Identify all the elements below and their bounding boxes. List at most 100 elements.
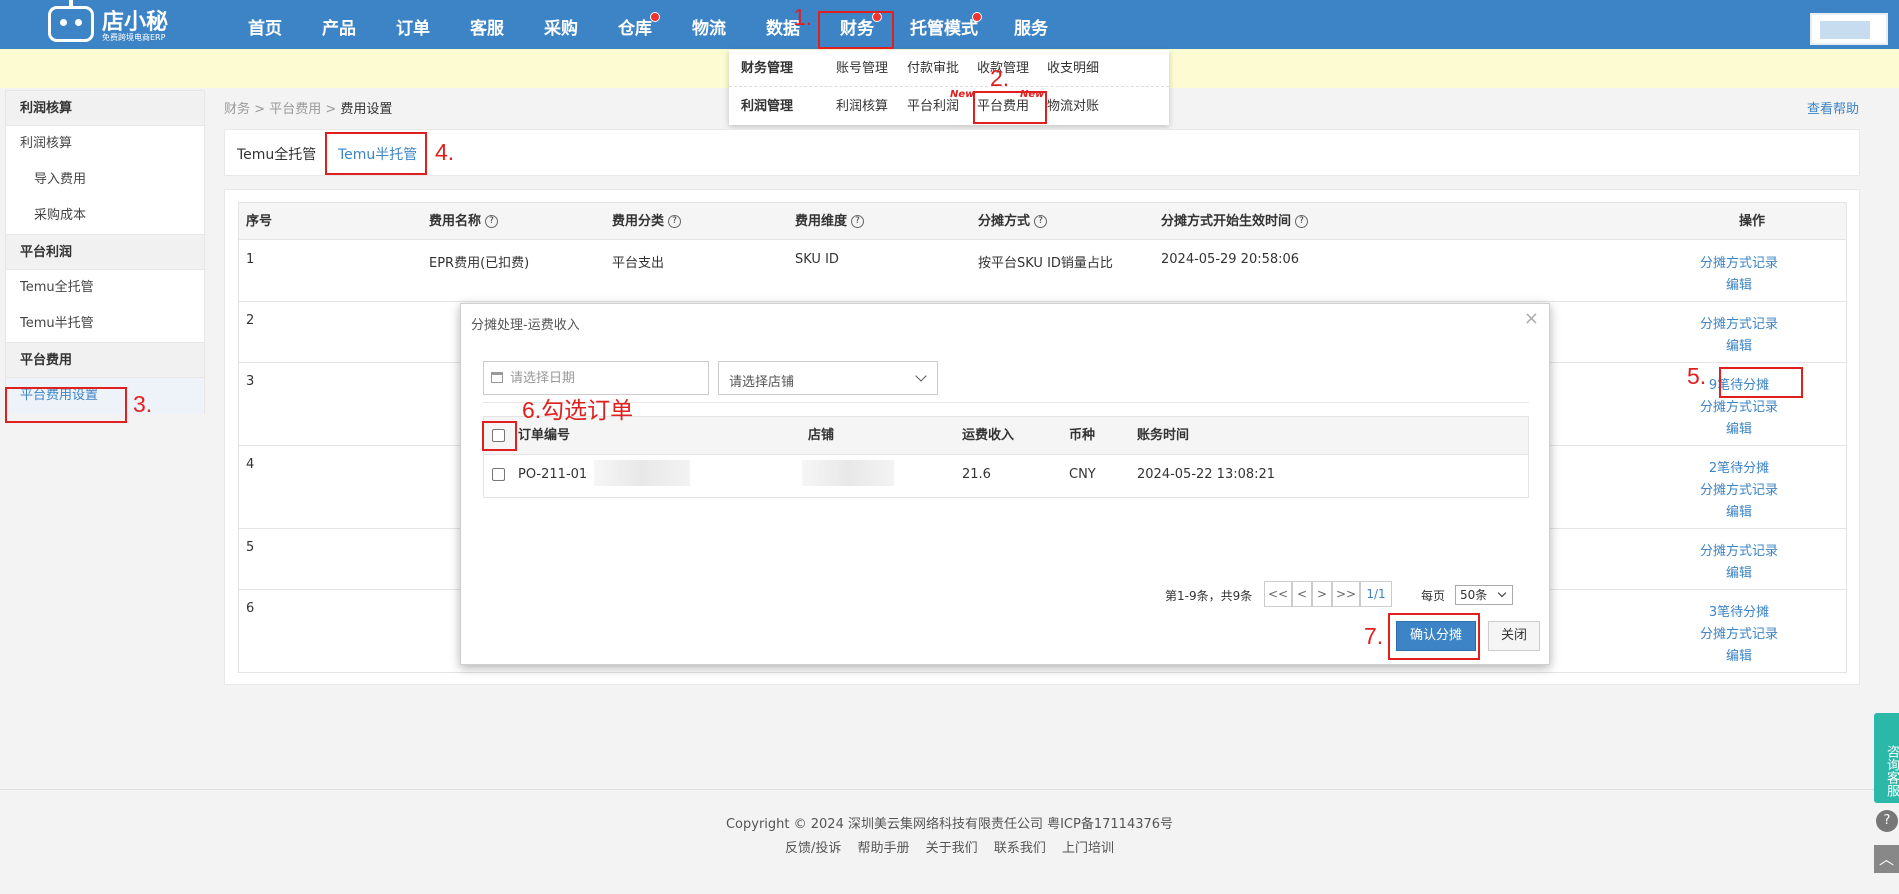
pager-current-page: 1/1 xyxy=(1360,581,1392,607)
nav-item[interactable]: 仓库 xyxy=(598,0,672,49)
confirm-allocation-button[interactable]: 确认分摊 xyxy=(1396,621,1476,651)
help-icon[interactable]: ? xyxy=(1876,810,1898,832)
row-action-link[interactable]: 编辑 xyxy=(1679,501,1799,520)
nav-item[interactable]: 首页 xyxy=(228,0,302,49)
footer-link-manual[interactable]: 帮助手册 xyxy=(858,841,910,856)
main-menu: 首页 产品 订单 客服 采购 仓库 物流 数据 财务 托管模式 服务 xyxy=(228,0,1068,49)
chevron-down-icon xyxy=(1497,588,1507,598)
back-to-top-icon[interactable]: ︿ xyxy=(1874,845,1899,873)
row-action-link[interactable]: 分摊方式记录 xyxy=(1679,252,1799,271)
nav-item[interactable]: 托管模式 xyxy=(894,0,994,49)
date-picker-input[interactable] xyxy=(483,361,709,395)
table-cell-no: 3 xyxy=(246,374,255,389)
row-action-link[interactable]: 编辑 xyxy=(1679,645,1799,664)
menu-item-logistics-reconciliation[interactable]: 物流对账 xyxy=(1047,88,1099,125)
sidebar-item[interactable]: Temu半托管 xyxy=(5,306,205,342)
close-icon[interactable]: × xyxy=(1524,308,1539,329)
logo[interactable]: 店小秘 免费跨境电商ERP xyxy=(48,0,178,46)
row-action-link[interactable]: 2笔待分摊 xyxy=(1679,457,1799,476)
redacted-block xyxy=(594,460,690,486)
nav-item-label: 首页 xyxy=(248,19,282,39)
breadcrumb-item[interactable]: 财务 xyxy=(224,102,250,117)
nav-item-label: 产品 xyxy=(322,19,356,39)
per-page-select[interactable]: 50条 xyxy=(1455,585,1513,605)
pager-first-button[interactable]: << xyxy=(1264,581,1292,607)
sidebar-item[interactable]: 采购成本 xyxy=(5,198,205,234)
col-freight: 运费收入 xyxy=(962,428,1015,443)
footer-link-training[interactable]: 上门培训 xyxy=(1062,841,1114,856)
tab-temu-semi[interactable]: Temu半托管 xyxy=(338,144,417,164)
row-action-link[interactable]: 分摊方式记录 xyxy=(1679,623,1799,642)
row-action-link[interactable]: 编辑 xyxy=(1679,418,1799,437)
select-all-checkbox[interactable] xyxy=(492,429,505,442)
question-icon[interactable]: ? xyxy=(1295,215,1309,228)
breadcrumb-item[interactable]: 平台费用 xyxy=(269,102,321,117)
header-label: 费用分类 xyxy=(612,214,665,229)
pager-prev-button[interactable]: < xyxy=(1292,581,1312,607)
nav-item[interactable]: 物流 xyxy=(672,0,746,49)
help-link[interactable]: 查看帮助 xyxy=(1807,98,1859,117)
sidebar-item[interactable]: 利润核算 xyxy=(5,126,205,162)
question-icon[interactable]: ? xyxy=(1034,215,1048,228)
table-cell-no: 4 xyxy=(246,457,255,472)
currency-cell: CNY xyxy=(1069,467,1096,482)
col-account-time: 账务时间 xyxy=(1137,428,1190,443)
table-cell-no: 5 xyxy=(246,540,255,555)
row-action-link[interactable]: 分摊方式记录 xyxy=(1679,540,1799,559)
modal-title: 分摊处理-运费收入 xyxy=(471,318,580,333)
nav-item-label: 采购 xyxy=(544,19,578,39)
table-header-cell: 费用维度? xyxy=(795,203,865,240)
question-icon[interactable]: ? xyxy=(668,215,682,228)
freight-cell: 21.6 xyxy=(962,467,991,482)
nav-item-label: 托管模式 xyxy=(910,19,978,39)
annotation-2: 2. xyxy=(990,65,1010,91)
nav-item[interactable]: 产品 xyxy=(302,0,376,49)
sidebar-section-title: 平台利润 xyxy=(5,234,205,270)
close-button[interactable]: 关闭 xyxy=(1488,621,1540,651)
sidebar-section-title: 平台费用 xyxy=(5,342,205,378)
row-action-link[interactable]: 编辑 xyxy=(1679,274,1799,293)
row-checkbox[interactable] xyxy=(492,468,505,481)
header-label: 分摊方式开始生效时间 xyxy=(1161,214,1292,229)
sidebar-item[interactable]: 导入费用 xyxy=(5,162,205,198)
row-action-link[interactable]: 编辑 xyxy=(1679,562,1799,581)
table-cell-dimension: SKU ID xyxy=(795,252,839,267)
customer-service-button[interactable]: 咨询客服 xyxy=(1874,713,1899,803)
row-action-link[interactable]: 分摊方式记录 xyxy=(1679,313,1799,332)
row-action-link[interactable]: 编辑 xyxy=(1679,335,1799,354)
question-icon[interactable]: ? xyxy=(851,215,865,228)
nav-item[interactable]: 财务 xyxy=(820,0,894,49)
dropdown-group-title: 财务管理 xyxy=(741,61,794,76)
row-action-link[interactable]: 分摊方式记录 xyxy=(1679,396,1799,415)
pager-summary: 第1-9条，共9条 xyxy=(1165,589,1253,603)
footer-link-about[interactable]: 关于我们 xyxy=(926,841,978,856)
sidebar: 利润核算 利润核算 导入费用 采购成本 平台利润 Temu全托管 Temu半托管 平台费用 平台… xyxy=(5,90,205,414)
sidebar-item[interactable]: Temu全托管 xyxy=(5,270,205,306)
menu-item-account-management[interactable]: 账号管理 xyxy=(836,50,888,87)
shop-select[interactable]: 请选择店铺 xyxy=(718,361,938,395)
nav-item-label: 物流 xyxy=(692,19,726,39)
row-action-link[interactable]: 3笔待分摊 xyxy=(1679,601,1799,620)
nav-item[interactable]: 订单 xyxy=(376,0,450,49)
menu-item-income-expense-detail[interactable]: 收支明细 xyxy=(1047,50,1099,87)
annotation-3: 3. xyxy=(133,391,153,417)
user-area[interactable] xyxy=(1810,13,1888,45)
pager-last-button[interactable]: >> xyxy=(1332,581,1360,607)
tab-temu-full[interactable]: Temu全托管 xyxy=(237,144,316,164)
nav-item[interactable]: 采购 xyxy=(524,0,598,49)
header-label: 序号 xyxy=(246,214,273,229)
breadcrumb: 财务 > 平台费用 > 费用设置 xyxy=(224,102,393,117)
nav-item[interactable]: 服务 xyxy=(994,0,1068,49)
account-time-cell: 2024-05-22 13:08:21 xyxy=(1137,467,1276,482)
pager-next-button[interactable]: > xyxy=(1312,581,1332,607)
menu-item-profit-accounting[interactable]: 利润核算 xyxy=(836,88,888,125)
row-action-link[interactable]: 分摊方式记录 xyxy=(1679,479,1799,498)
nav-item[interactable]: 客服 xyxy=(450,0,524,49)
footer-link-contact[interactable]: 联系我们 xyxy=(994,841,1046,856)
table-header-cell: 费用分类? xyxy=(612,203,682,240)
order-table: 订单编号 店铺 运费收入 币种 账务时间 PO-211-01 21.6 CNY … xyxy=(483,416,1529,498)
question-icon[interactable]: ? xyxy=(485,215,499,228)
copyright: Copyright © 2024 深圳美云集网络科技有限责任公司 粤ICP备17… xyxy=(725,817,1174,832)
sidebar-item[interactable]: 平台费用设置 xyxy=(5,378,205,414)
footer-link-feedback[interactable]: 反馈/投诉 xyxy=(785,841,841,856)
